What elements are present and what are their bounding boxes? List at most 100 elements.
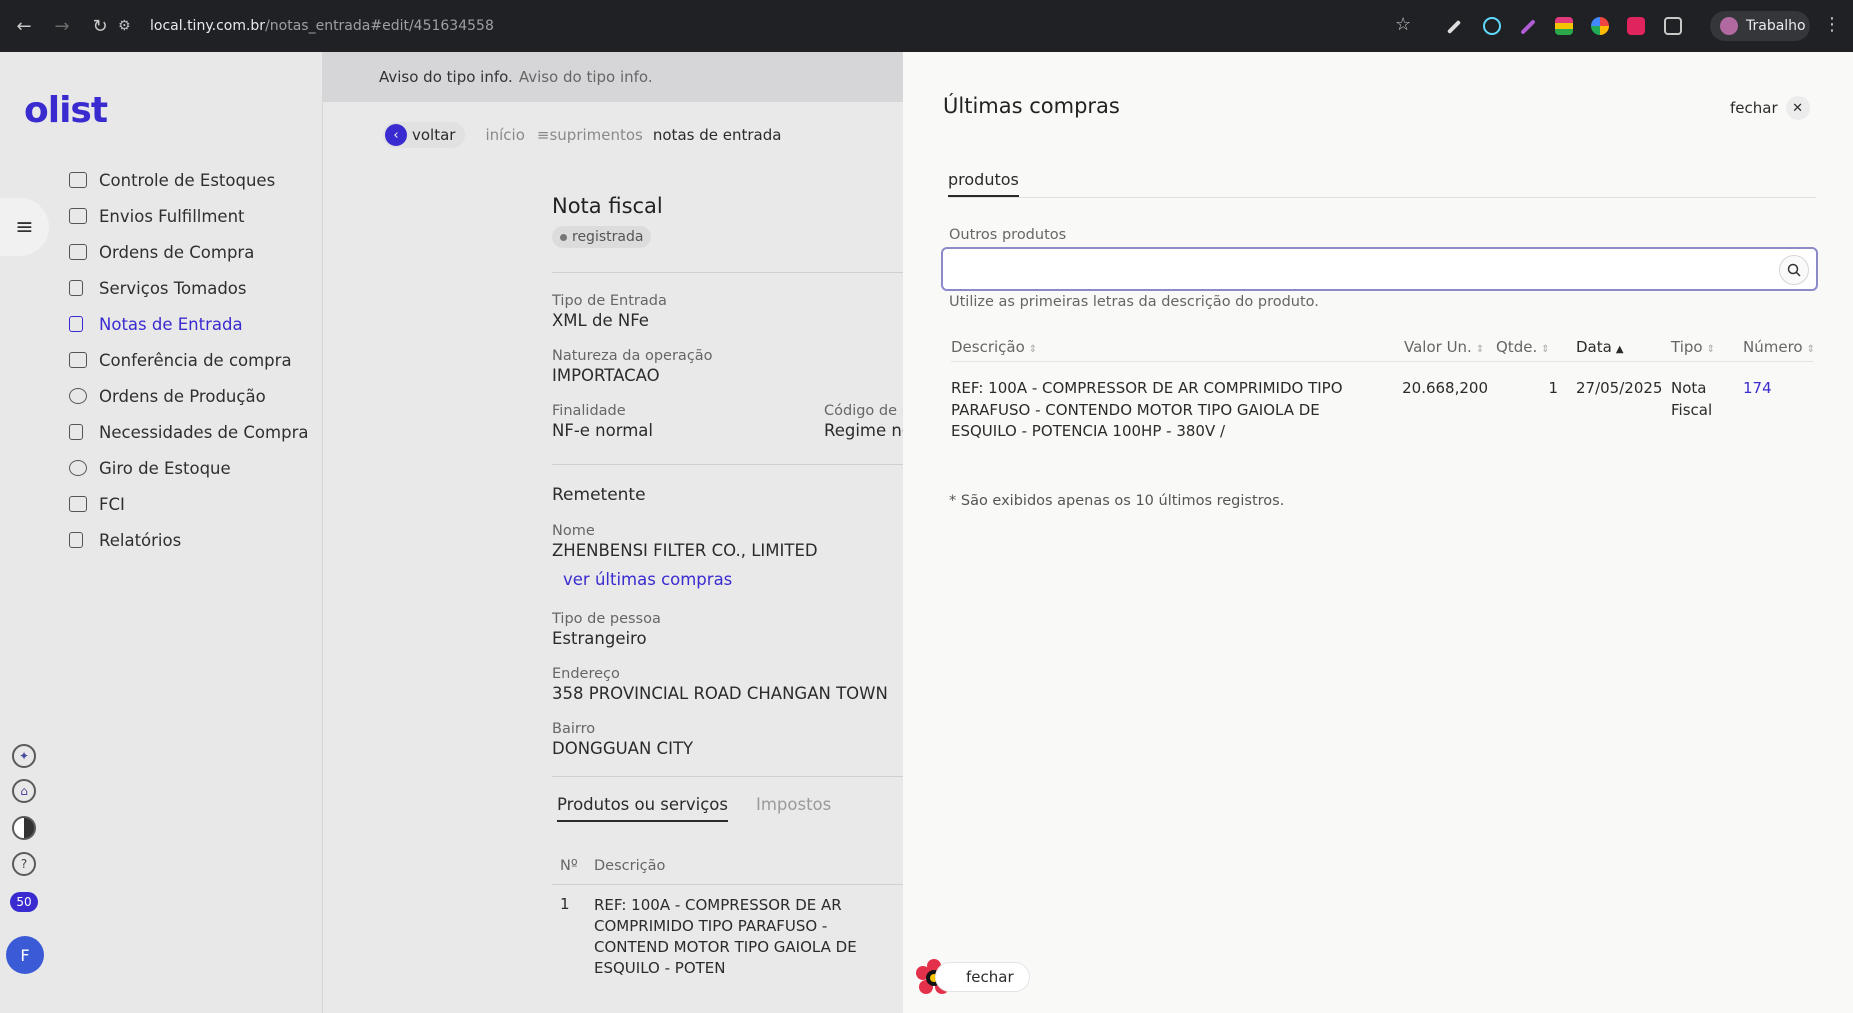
endereco-field: Endereço 358 PROVINCIAL ROAD CHANGAN TOW…: [552, 666, 912, 703]
grid-icon: [69, 172, 87, 188]
search-input[interactable]: [941, 247, 1818, 291]
sidebar-item-ordens-producao[interactable]: Ordens de Produção: [69, 378, 314, 414]
cell-numero: 1: [560, 895, 570, 913]
column-header-data[interactable]: Data ▲: [1558, 338, 1659, 356]
sidebar-item-giro-estoque[interactable]: Giro de Estoque: [69, 450, 314, 486]
column-label: Qtde.: [1496, 337, 1538, 356]
field-label: Nome: [552, 523, 595, 539]
extension-color-icon[interactable]: [1591, 17, 1609, 35]
ver-ultimas-compras-link[interactable]: ver últimas compras: [563, 570, 912, 589]
extensions-puzzle-icon[interactable]: [1664, 17, 1682, 35]
status-dot: [560, 233, 567, 241]
sidebar-item-controle-estoques[interactable]: Controle de Estoques: [69, 162, 314, 198]
cell-data: 27/05/2025: [1576, 379, 1663, 397]
cell-valor: 20.668,200: [1402, 379, 1488, 397]
sidebar-item-necessidades-compra[interactable]: Necessidades de Compra: [69, 414, 314, 450]
profile-avatar: [1720, 17, 1738, 35]
tab-impostos[interactable]: Impostos: [756, 795, 831, 822]
sort-icon: ⇕: [1541, 343, 1550, 355]
floating-close-button[interactable]: fechar: [935, 962, 1030, 992]
tab-produtos-servicos[interactable]: Produtos ou serviços: [557, 795, 728, 822]
remetente-title: Remetente: [552, 485, 646, 505]
bookmark-star-icon[interactable]: ☆: [1395, 14, 1411, 35]
sidebar-item-servicos-tomados[interactable]: Serviços Tomados: [69, 270, 314, 306]
help-icon[interactable]: ?: [12, 852, 36, 876]
extension-stack-icon[interactable]: [1555, 17, 1573, 35]
page-title: Nota fiscal: [552, 194, 663, 218]
profile-chip[interactable]: Trabalho: [1710, 11, 1810, 41]
field-value: XML de NFe: [552, 311, 649, 330]
search-icon[interactable]: [1779, 255, 1809, 285]
browser-toolbar: ← → ↻ ⚙ local.tiny.com.br/notas_entrada#…: [0, 0, 1853, 52]
field-value: ZHENBENSI FILTER CO., LIMITED: [552, 541, 818, 560]
cell-descricao: REF: 100A - COMPRESSOR DE AR COMPRIMIDO …: [594, 896, 857, 977]
browser-menu-icon[interactable]: ⋮: [1823, 14, 1841, 35]
sort-icon: ⇕: [1806, 343, 1815, 355]
table-header: Descrição ⇕ Valor Un. ⇕ Qtde. ⇕ Data ▲ Tipo ⇕…: [951, 332, 1815, 362]
alert-text: Aviso do tipo info.: [518, 68, 653, 86]
sidebar-item-label: Notas de Entrada: [99, 314, 243, 334]
back-label: voltar: [412, 126, 456, 144]
info-alert: Aviso do tipo info. Aviso do tipo info.: [323, 52, 903, 102]
column-header-descricao[interactable]: Descrição ⇕: [951, 338, 1396, 356]
codigo-field: Código de r Regime no: [824, 403, 912, 440]
package-check-icon: [69, 352, 87, 368]
reload-icon[interactable]: ↻: [86, 12, 114, 40]
sort-icon: ⇕: [1706, 343, 1715, 355]
sort-up-icon: ▲: [1615, 343, 1624, 355]
breadcrumb-suprimentos[interactable]: ≡suprimentos: [537, 126, 643, 144]
bairro-field: Bairro DONGGUAN CITY: [552, 721, 912, 758]
chevron-left-icon: ‹: [385, 124, 407, 146]
sidebar-item-notas-entrada[interactable]: Notas de Entrada: [69, 306, 314, 342]
field-value: Regime no: [824, 421, 912, 440]
column-label: Número: [1743, 337, 1803, 356]
sidebar-item-label: Relatórios: [99, 530, 182, 550]
forward-arrow-icon[interactable]: →: [48, 12, 76, 40]
close-label: fechar: [966, 968, 1014, 986]
site-settings-icon[interactable]: ⚙: [118, 18, 140, 34]
extension-react-icon[interactable]: [1483, 17, 1501, 35]
close-button[interactable]: fechar ✕: [1730, 96, 1810, 120]
olist-logo[interactable]: olist: [24, 90, 108, 131]
sidebar-item-fci[interactable]: FCI: [69, 486, 314, 522]
sidebar-item-envios-fulfillment[interactable]: Envios Fulfillment: [69, 198, 314, 234]
numero-link[interactable]: 174: [1743, 379, 1772, 397]
sidebar-item-ordens-compra[interactable]: Ordens de Compra: [69, 234, 314, 270]
sidebar-item-relatorios[interactable]: Relatórios: [69, 522, 314, 558]
column-header-valor[interactable]: Valor Un. ⇕: [1396, 338, 1488, 356]
status-label: registrada: [572, 229, 644, 245]
breadcrumb-inicio[interactable]: início: [485, 126, 524, 144]
column-header-tipo[interactable]: Tipo ⇕: [1659, 338, 1731, 356]
plug-icon: [69, 388, 87, 404]
extension-red-icon[interactable]: [1627, 17, 1645, 35]
gift-icon[interactable]: ⌂: [12, 779, 36, 803]
sidebar-item-label: Serviços Tomados: [99, 278, 247, 298]
extension-feather-icon[interactable]: [1520, 19, 1536, 35]
cell-numero-link[interactable]: 174: [1731, 378, 1811, 443]
back-arrow-icon[interactable]: ←: [10, 12, 38, 40]
sidebar-item-label: Giro de Estoque: [99, 458, 231, 478]
user-avatar[interactable]: F: [6, 936, 44, 974]
sidebar-item-label: Controle de Estoques: [99, 170, 276, 190]
tab-produtos[interactable]: produtos: [948, 170, 1019, 197]
field-label: Finalidade: [552, 403, 626, 419]
notifications-badge[interactable]: 50: [10, 892, 38, 912]
document-icon: [69, 280, 83, 296]
sidebar-item-conferencia-compra[interactable]: Conferência de compra: [69, 342, 314, 378]
column-header-numero[interactable]: Número ⇕: [1731, 337, 1815, 356]
table-row: 1 REF: 100A - COMPRESSOR DE AR COMPRIMID…: [552, 895, 912, 979]
inbox-icon: [69, 496, 87, 512]
column-header-qtde[interactable]: Qtde. ⇕: [1488, 338, 1558, 356]
hamburger-menu-icon[interactable]: ≡: [0, 198, 49, 256]
extension-pen-icon[interactable]: [1446, 19, 1462, 35]
address-bar[interactable]: ⚙ local.tiny.com.br/notas_entrada#edit/4…: [118, 10, 1418, 42]
back-button[interactable]: ‹ voltar: [383, 122, 466, 148]
doc-tabs: Produtos ou serviços Impostos: [552, 795, 912, 822]
sort-icon: ⇕: [1475, 343, 1485, 355]
sparkle-icon[interactable]: ✦: [12, 744, 36, 768]
contrast-icon[interactable]: [12, 816, 36, 840]
sidebar-item-label: Necessidades de Compra: [99, 422, 309, 442]
divider: [552, 272, 903, 273]
breadcrumb: ‹ voltar início ≡suprimentos notas de en…: [383, 122, 781, 148]
truck-icon: [69, 208, 87, 224]
